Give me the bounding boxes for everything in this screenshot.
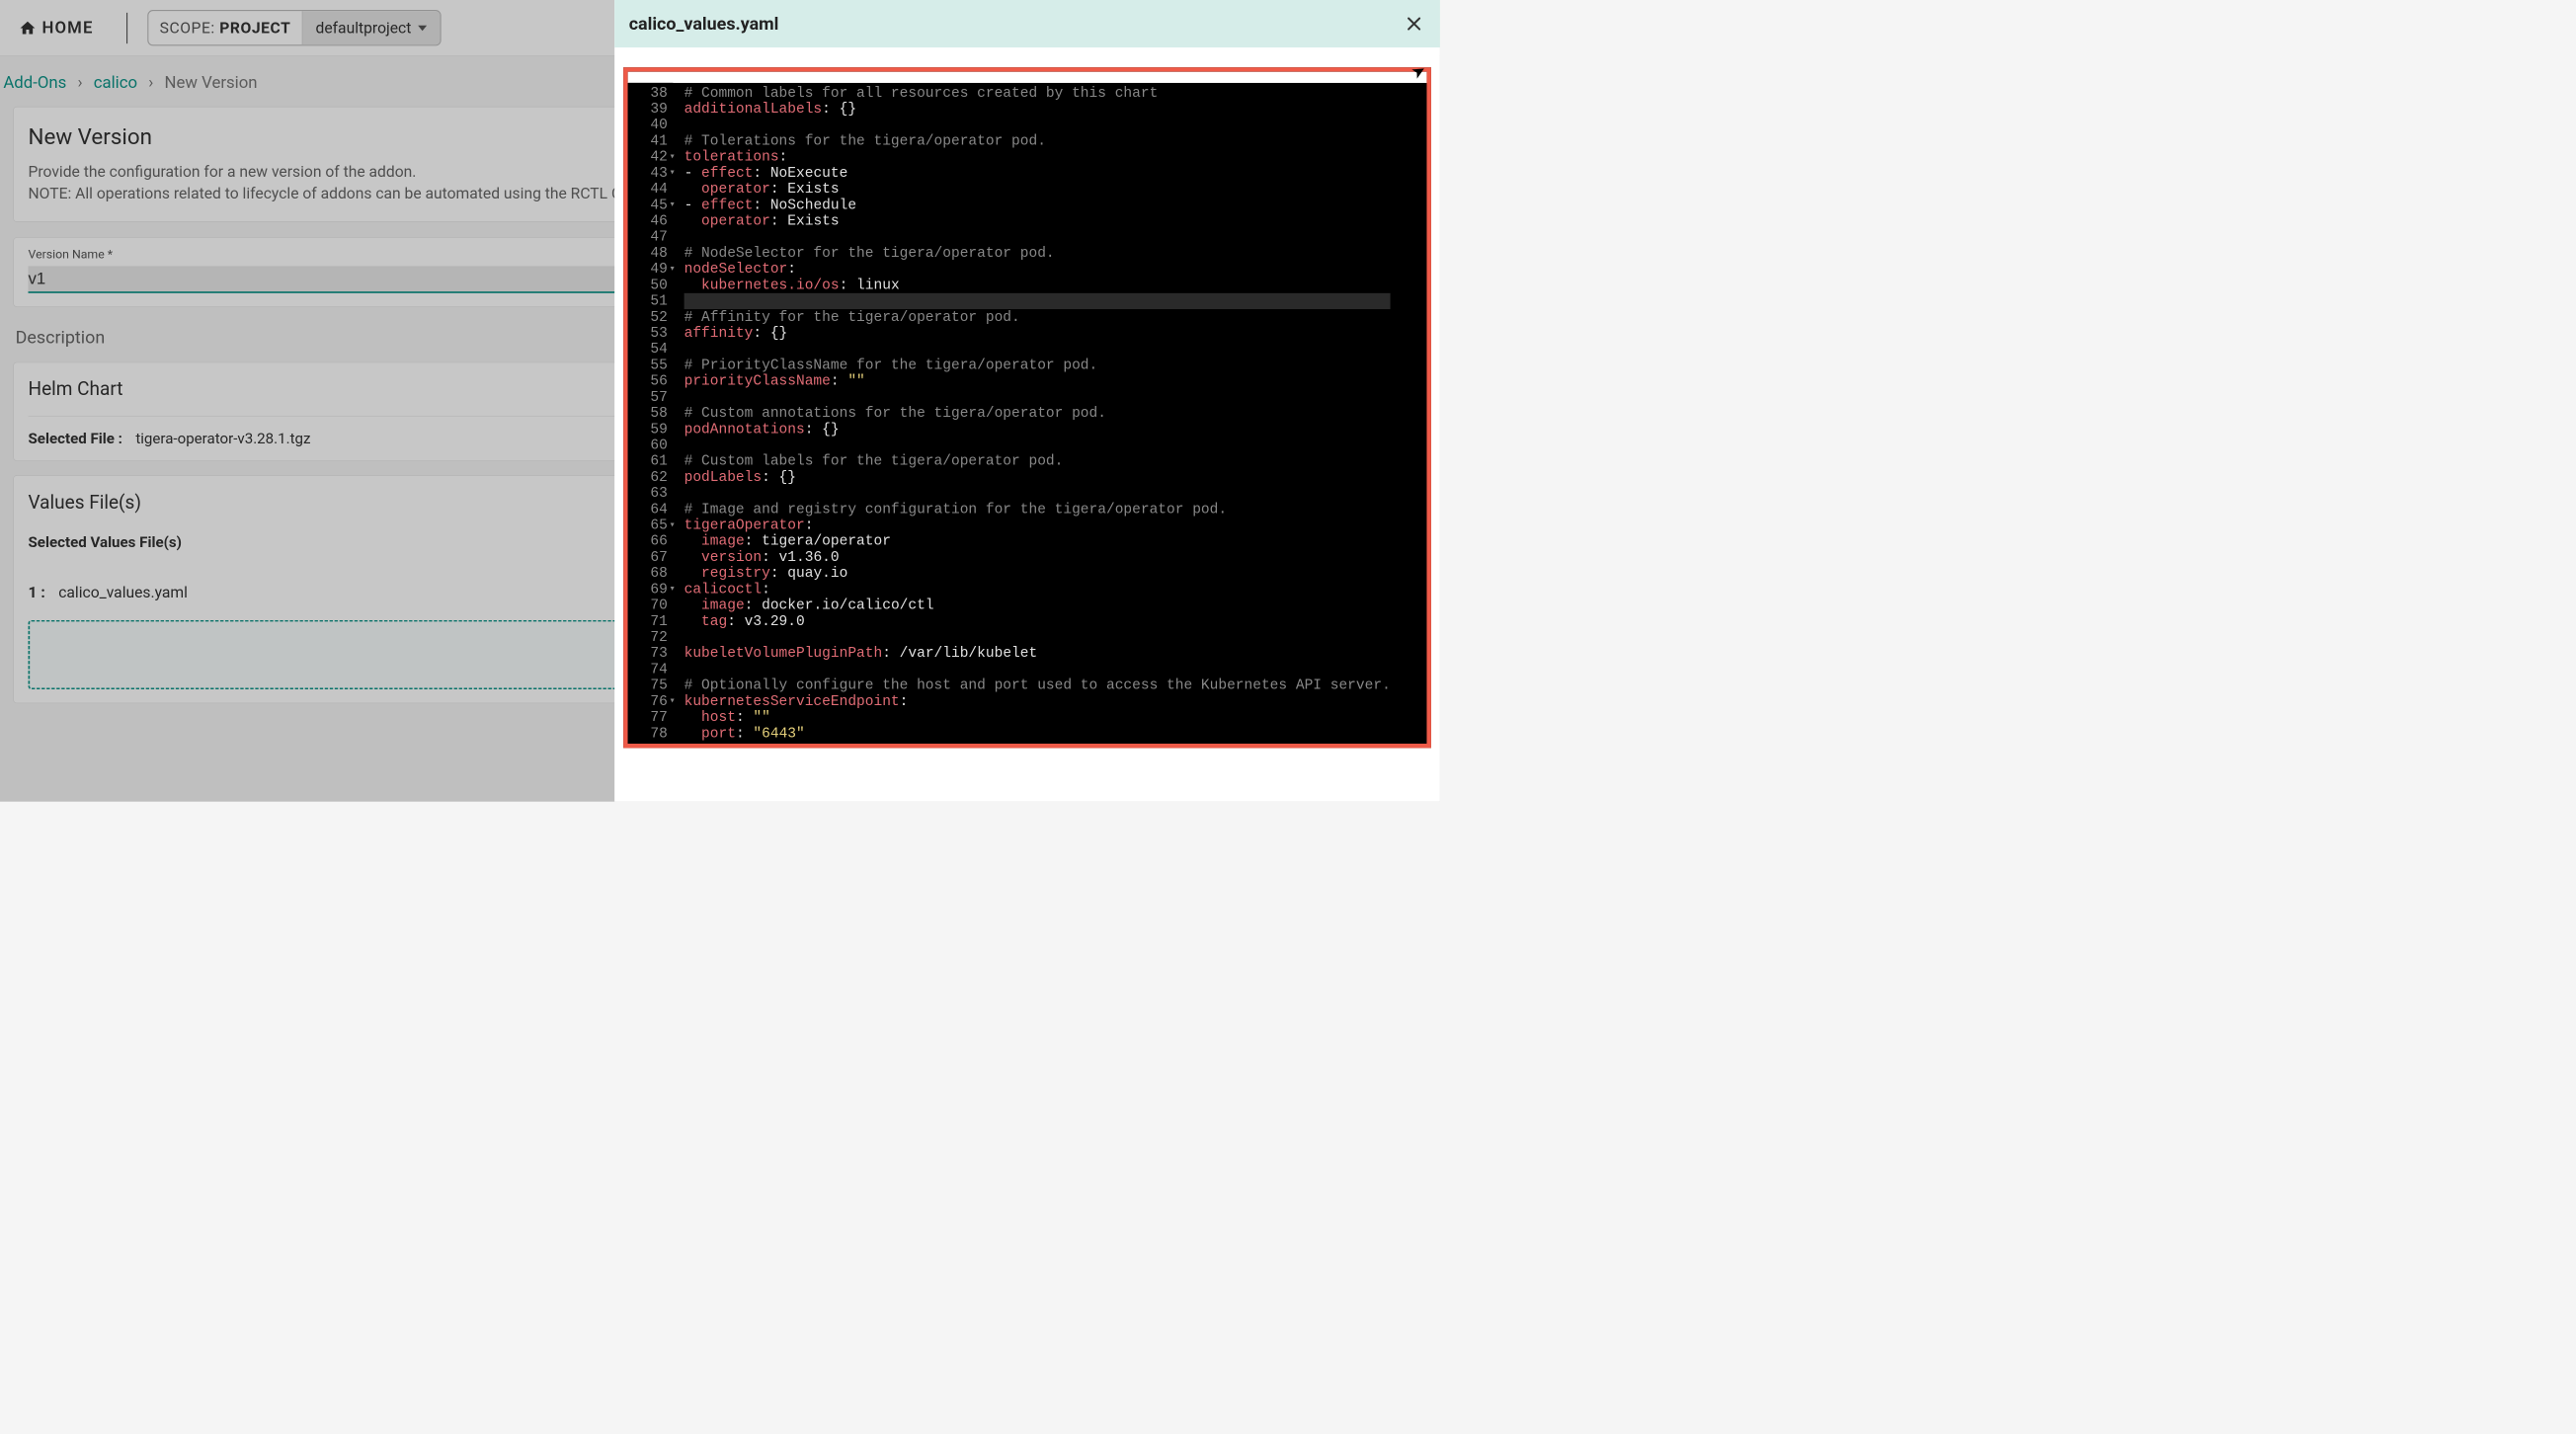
close-icon — [1405, 15, 1423, 34]
drawer-title: calico_values.yaml — [629, 13, 779, 34]
code-editor[interactable]: 3839404142434445464748495051525354555657… — [623, 67, 1431, 748]
code-content[interactable]: # Common labels for all resources create… — [673, 83, 1390, 744]
close-button[interactable] — [1403, 12, 1425, 35]
drawer-header: calico_values.yaml — [614, 0, 1440, 47]
line-gutter: 3839404142434445464748495051525354555657… — [628, 83, 674, 744]
yaml-viewer-drawer: calico_values.yaml 383940414243444546474… — [614, 0, 1440, 802]
